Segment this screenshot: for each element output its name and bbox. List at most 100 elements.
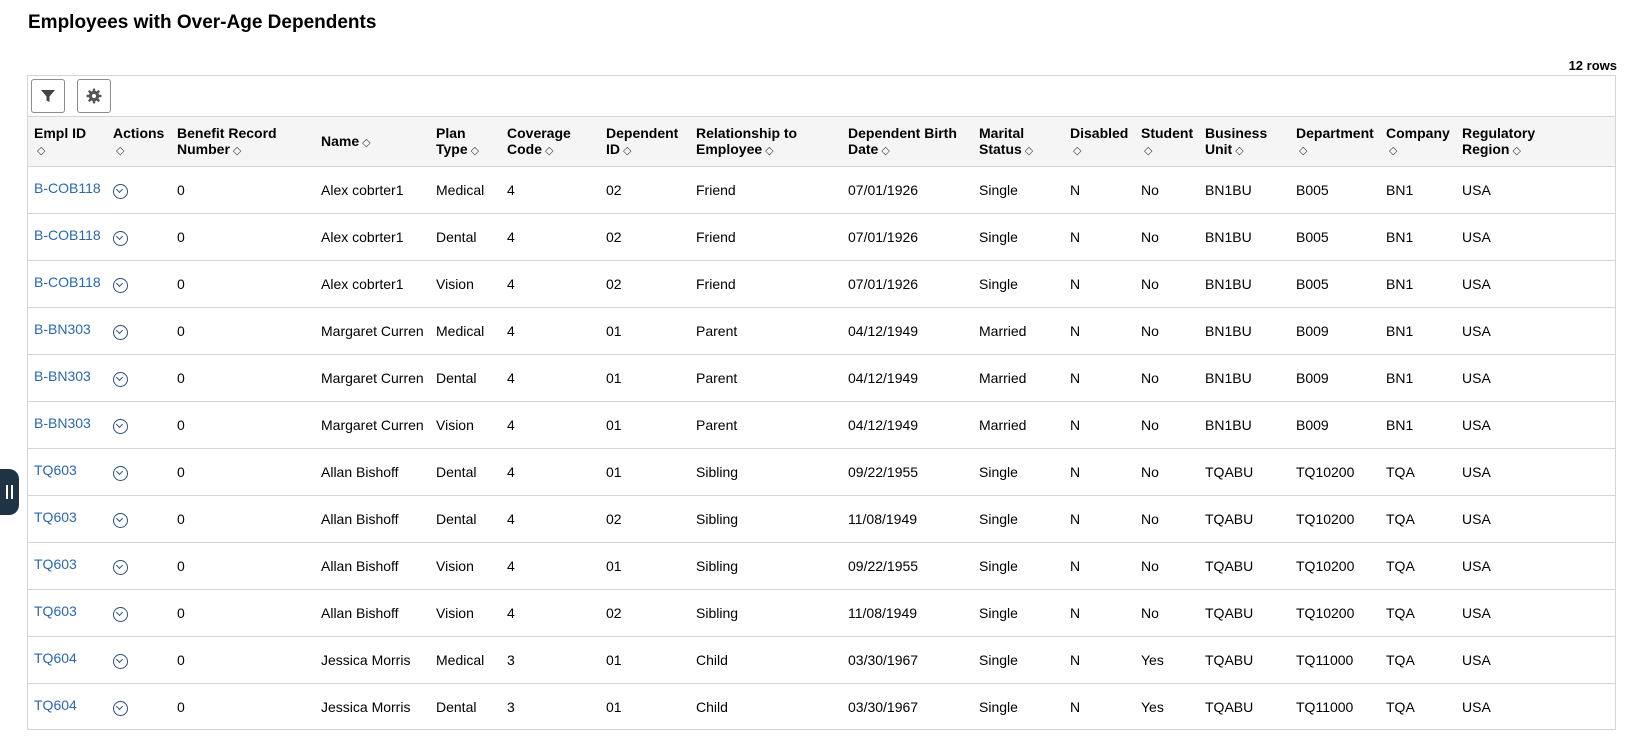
actions-menu-icon[interactable]: [113, 560, 128, 575]
column-header[interactable]: Disabled ◇: [1064, 117, 1135, 167]
region-cell: USA: [1462, 229, 1491, 245]
actions-menu-icon[interactable]: [113, 466, 128, 481]
empl-id-link[interactable]: TQ603: [34, 462, 77, 478]
sort-icon[interactable]: ◇: [1073, 145, 1081, 157]
name-cell: Allan Bishoff: [321, 464, 399, 480]
business-unit-cell: TQABU: [1205, 605, 1254, 621]
column-header[interactable]: Coverage Code ◇: [501, 117, 600, 167]
sort-icon[interactable]: ◇: [1389, 145, 1397, 157]
name-cell: Margaret Curren: [321, 417, 424, 433]
coverage-code-cell: 4: [507, 558, 515, 574]
student-cell: No: [1141, 370, 1159, 386]
company-cell: TQA: [1386, 511, 1415, 527]
actions-menu-icon[interactable]: [113, 372, 128, 387]
empl-id-link[interactable]: B-COB118: [34, 180, 101, 196]
company-cell: BN1: [1386, 323, 1414, 339]
coverage-code-cell: 4: [507, 323, 515, 339]
sort-icon[interactable]: ◇: [765, 145, 773, 157]
empl-id-link[interactable]: B-BN303: [34, 415, 91, 431]
sort-icon[interactable]: ◇: [623, 145, 631, 157]
actions-cell: [107, 402, 171, 449]
sort-icon[interactable]: ◇: [881, 145, 889, 157]
plan-type-cell: Dental: [436, 229, 477, 245]
actions-menu-icon[interactable]: [113, 184, 128, 199]
table-row: TQ603 0 Allan Bishoff Vision 4 01 Sibling 09/22…: [28, 543, 1615, 590]
business-unit-cell: TQABU: [1205, 699, 1254, 715]
name-cell: Alex cobrter1: [321, 276, 404, 292]
column-header[interactable]: Plan Type ◇: [430, 117, 501, 167]
empl-id-link[interactable]: B-COB118: [34, 227, 101, 243]
empl-id-link[interactable]: TQ604: [34, 650, 77, 666]
table-row: B-BN303 0 Margaret Curren Dental 4 01 Parent 04…: [28, 355, 1615, 402]
empl-id-cell: TQ604: [28, 684, 107, 730]
actions-menu-icon[interactable]: [113, 325, 128, 340]
column-header[interactable]: Department ◇: [1290, 117, 1380, 167]
disabled-cell: N: [1070, 699, 1081, 715]
empl-id-cell: TQ603: [28, 449, 107, 496]
sort-icon[interactable]: ◇: [1025, 145, 1033, 157]
marital-status-cell: Single: [979, 182, 1018, 198]
sort-icon[interactable]: ◇: [233, 145, 241, 157]
column-header[interactable]: Student ◇: [1135, 117, 1199, 167]
settings-button[interactable]: [77, 79, 111, 113]
dependent-id-cell: 01: [606, 652, 622, 668]
empl-id-link[interactable]: TQ603: [34, 556, 77, 572]
actions-cell: [107, 449, 171, 496]
empl-id-link[interactable]: B-COB118: [34, 274, 101, 290]
birth-date-cell: 09/22/1955: [848, 558, 919, 574]
business-unit-cell: TQABU: [1205, 558, 1254, 574]
department-cell: B005: [1296, 276, 1329, 292]
actions-menu-icon[interactable]: [113, 231, 128, 246]
actions-menu-icon[interactable]: [113, 278, 128, 293]
sort-icon[interactable]: ◇: [545, 145, 553, 157]
sort-icon[interactable]: ◇: [37, 145, 45, 157]
side-panel-handle[interactable]: [0, 469, 19, 515]
column-header-label: Number: [177, 140, 230, 157]
column-header-label: Status: [979, 140, 1022, 157]
column-header[interactable]: Empl ID ◇: [28, 117, 107, 167]
column-header[interactable]: Company ◇: [1380, 117, 1456, 167]
page: Employees with Over-Age Dependents 12 ro…: [0, 0, 1629, 749]
empl-id-link[interactable]: TQ604: [34, 697, 77, 713]
plan-type-cell: Medical: [436, 182, 485, 198]
column-header[interactable]: Dependent ID ◇: [600, 117, 690, 167]
empl-id-link[interactable]: B-BN303: [34, 368, 91, 384]
actions-menu-icon[interactable]: [113, 607, 128, 622]
relationship-cell: Child: [696, 652, 728, 668]
filter-button[interactable]: [31, 79, 65, 113]
sort-icon[interactable]: ◇: [471, 145, 479, 157]
sort-icon[interactable]: ◇: [362, 137, 370, 149]
column-header[interactable]: Actions ◇: [107, 117, 171, 167]
actions-menu-icon[interactable]: [113, 654, 128, 669]
sort-icon[interactable]: ◇: [116, 145, 124, 157]
department-cell: TQ11000: [1296, 699, 1354, 715]
marital-status-cell: Married: [979, 323, 1027, 339]
actions-menu-icon[interactable]: [113, 701, 128, 716]
student-cell: No: [1141, 558, 1159, 574]
column-header[interactable]: Benefit Record Number ◇: [171, 117, 315, 167]
empl-id-link[interactable]: TQ603: [34, 603, 77, 619]
column-header-label: Region: [1462, 140, 1510, 157]
column-header[interactable]: Name ◇: [315, 117, 430, 167]
department-cell: TQ10200: [1296, 558, 1355, 574]
sort-icon[interactable]: ◇: [1512, 145, 1520, 157]
column-header[interactable]: Regulatory Region ◇: [1456, 117, 1615, 167]
company-cell: TQA: [1386, 652, 1415, 668]
row-count: 12 rows: [1568, 58, 1617, 73]
column-header[interactable]: Business Unit ◇: [1199, 117, 1290, 167]
column-header-label: Code: [507, 140, 542, 157]
actions-menu-icon[interactable]: [113, 513, 128, 528]
company-cell: BN1: [1386, 417, 1414, 433]
empl-id-link[interactable]: B-BN303: [34, 321, 91, 337]
column-header[interactable]: Dependent Birth Date ◇: [842, 117, 973, 167]
sort-icon[interactable]: ◇: [1299, 145, 1307, 157]
column-header[interactable]: Relationship to Employee ◇: [690, 117, 842, 167]
benefit-record-cell: 0: [177, 699, 185, 715]
sort-icon[interactable]: ◇: [1235, 145, 1243, 157]
sort-icon[interactable]: ◇: [1144, 145, 1152, 157]
column-header[interactable]: Marital Status ◇: [973, 117, 1064, 167]
actions-menu-icon[interactable]: [113, 419, 128, 434]
student-cell: No: [1141, 417, 1159, 433]
empl-id-link[interactable]: TQ603: [34, 509, 77, 525]
table-row: B-BN303 0 Margaret Curren Vision 4 01 Parent 04…: [28, 402, 1615, 449]
